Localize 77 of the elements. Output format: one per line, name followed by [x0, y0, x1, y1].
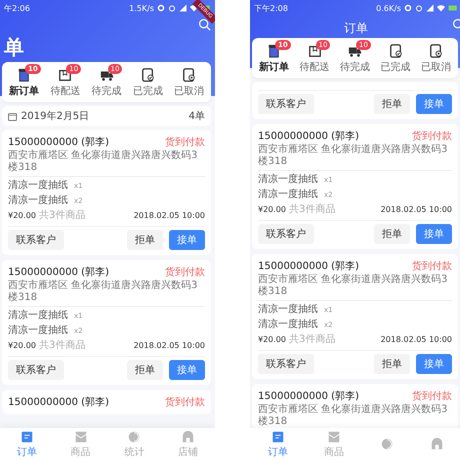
accept-button[interactable]: 接单: [416, 224, 452, 244]
chart-icon: [380, 437, 394, 451]
customer-phone: 15000000000 (郭李): [258, 260, 359, 273]
nav-item[interactable]: 订单: [268, 430, 288, 458]
document-check-icon: [388, 44, 402, 58]
battery-icon: [448, 3, 458, 13]
calendar-icon: [8, 112, 17, 120]
contact-button[interactable]: 联系客户: [258, 354, 314, 374]
address-text: 西安市雁塔区 鱼化寨街道唐兴路唐兴数码3楼318: [258, 274, 452, 301]
reject-button[interactable]: 拒单: [374, 224, 410, 244]
search-icon[interactable]: [198, 18, 211, 30]
order-price: ¥20.00: [258, 335, 286, 344]
payment-method: 货到付款: [165, 396, 205, 409]
customer-phone: 15000000000 (郭李): [258, 130, 359, 143]
reject-button[interactable]: 拒单: [127, 360, 163, 380]
store-icon: [430, 437, 444, 451]
item-name: 清凉一度抽纸: [8, 324, 68, 337]
item-name: 清凉一度抽纸: [258, 172, 318, 186]
status-tab[interactable]: 已取消: [169, 68, 209, 98]
accept-button[interactable]: 接单: [416, 354, 452, 374]
order-time: 2018.02.05 10:00: [380, 204, 452, 214]
customer-phone: 15000000000 (郭李): [258, 390, 359, 403]
document-cancel-icon: [182, 68, 196, 82]
accept-button[interactable]: 接单: [416, 94, 452, 114]
customer-phone: 15000000000 (郭李): [8, 266, 109, 279]
item-count: 共3件商品: [39, 208, 86, 222]
network-speed: 1.5K/s: [129, 4, 154, 12]
customer-phone: 15000000000 (郭李): [8, 396, 109, 409]
item-name: 清凉一度抽纸: [8, 178, 68, 192]
payment-method: 货到付款: [412, 260, 452, 273]
network-speed: 0.6K/s: [376, 4, 401, 12]
customer-phone: 15000000000 (郭李): [8, 136, 109, 149]
contact-button[interactable]: 联系客户: [258, 94, 314, 114]
item-name: 清凉一度抽纸: [8, 194, 68, 207]
order-price: ¥20.00: [8, 341, 36, 350]
payment-method: 货到付款: [165, 266, 205, 279]
accept-button[interactable]: 接单: [169, 230, 205, 250]
order-time: 2018.02.05 10:00: [134, 210, 205, 220]
item-count: 共3件商品: [39, 338, 86, 352]
item-name: 清凉一度抽纸: [258, 302, 318, 316]
status-time: 午2:06: [4, 2, 30, 14]
reject-button[interactable]: 拒单: [374, 354, 410, 374]
wifi-icon: [437, 4, 445, 12]
order-price: ¥20.00: [8, 211, 36, 220]
accept-button[interactable]: 接单: [169, 360, 205, 380]
order-count: 4单: [188, 110, 205, 123]
signal-icon: [179, 4, 187, 12]
order-time: 2018.02.05 10:00: [134, 340, 205, 350]
item-name: 清凉一度抽纸: [258, 188, 318, 201]
status-tab[interactable]: 已完成: [128, 68, 168, 98]
payment-method: 货到付款: [412, 130, 452, 143]
payment-method: 货到付款: [165, 136, 205, 149]
page-title: 单: [4, 34, 25, 61]
contact-button[interactable]: 联系客户: [258, 224, 314, 244]
reject-button[interactable]: 拒单: [374, 94, 410, 114]
order-price: ¥20.00: [258, 205, 286, 214]
item-name: 清凉一度抽纸: [258, 318, 318, 331]
document-cancel-icon: [429, 44, 443, 58]
status-tab[interactable]: 已完成: [376, 44, 416, 74]
status-tab[interactable]: 已取消: [416, 44, 456, 74]
order-time: 2018.02.05 10:00: [380, 334, 452, 344]
reject-button[interactable]: 拒单: [127, 230, 163, 250]
nav-item[interactable]: 订单: [16, 430, 37, 458]
date-text: 2019年2月5日: [21, 110, 90, 123]
payment-method: 货到付款: [412, 390, 452, 403]
address-text: 西安市雁塔区 鱼化寨街道唐兴路唐兴数码3楼318: [8, 280, 205, 307]
signal-icon: [426, 4, 434, 12]
item-name: 清凉一度抽纸: [8, 308, 68, 322]
document-check-icon: [140, 68, 155, 82]
page-title: 订单: [344, 20, 368, 37]
contact-button[interactable]: 联系客户: [8, 360, 64, 380]
item-count: 共3件商品: [289, 202, 336, 216]
item-count: 共3件商品: [289, 332, 336, 346]
contact-button[interactable]: 联系客户: [8, 230, 64, 250]
address-text: 西安市雁塔区 鱼化寨街道唐兴路唐兴数码3楼318: [8, 150, 205, 177]
status-time: 下午2:08: [254, 2, 288, 14]
address-text: 西安市雁塔区 鱼化寨街道唐兴路唐兴数码3楼318: [258, 144, 452, 171]
